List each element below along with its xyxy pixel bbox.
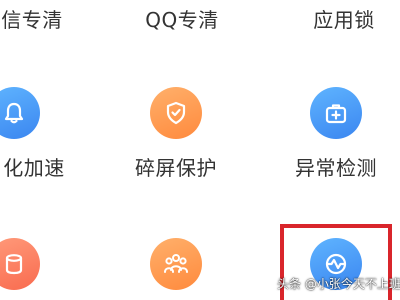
tile-label-wechat-clean[interactable]: 信专清 xyxy=(0,4,112,33)
tile-label-app-lock[interactable]: 应用锁 xyxy=(264,4,400,33)
family-icon[interactable] xyxy=(150,238,202,290)
tile-label-qq-clean[interactable]: QQ专清 xyxy=(102,4,262,33)
tools-grid: 信专清 QQ专清 应用锁 化加速 碎屏保护 异常检测 头条 @小张今天不上班啦 xyxy=(0,0,400,300)
bell-icon[interactable] xyxy=(0,87,40,139)
cylinder-icon[interactable] xyxy=(0,238,40,290)
tile-label-anomaly-detect[interactable]: 异常检测 xyxy=(256,152,400,181)
tile-label-screen-protect[interactable]: 碎屏保护 xyxy=(96,152,256,181)
shield-check-icon[interactable] xyxy=(150,87,202,139)
medical-kit-icon[interactable] xyxy=(310,87,362,139)
watermark-text: 头条 @小张今天不上班啦 xyxy=(277,277,400,291)
